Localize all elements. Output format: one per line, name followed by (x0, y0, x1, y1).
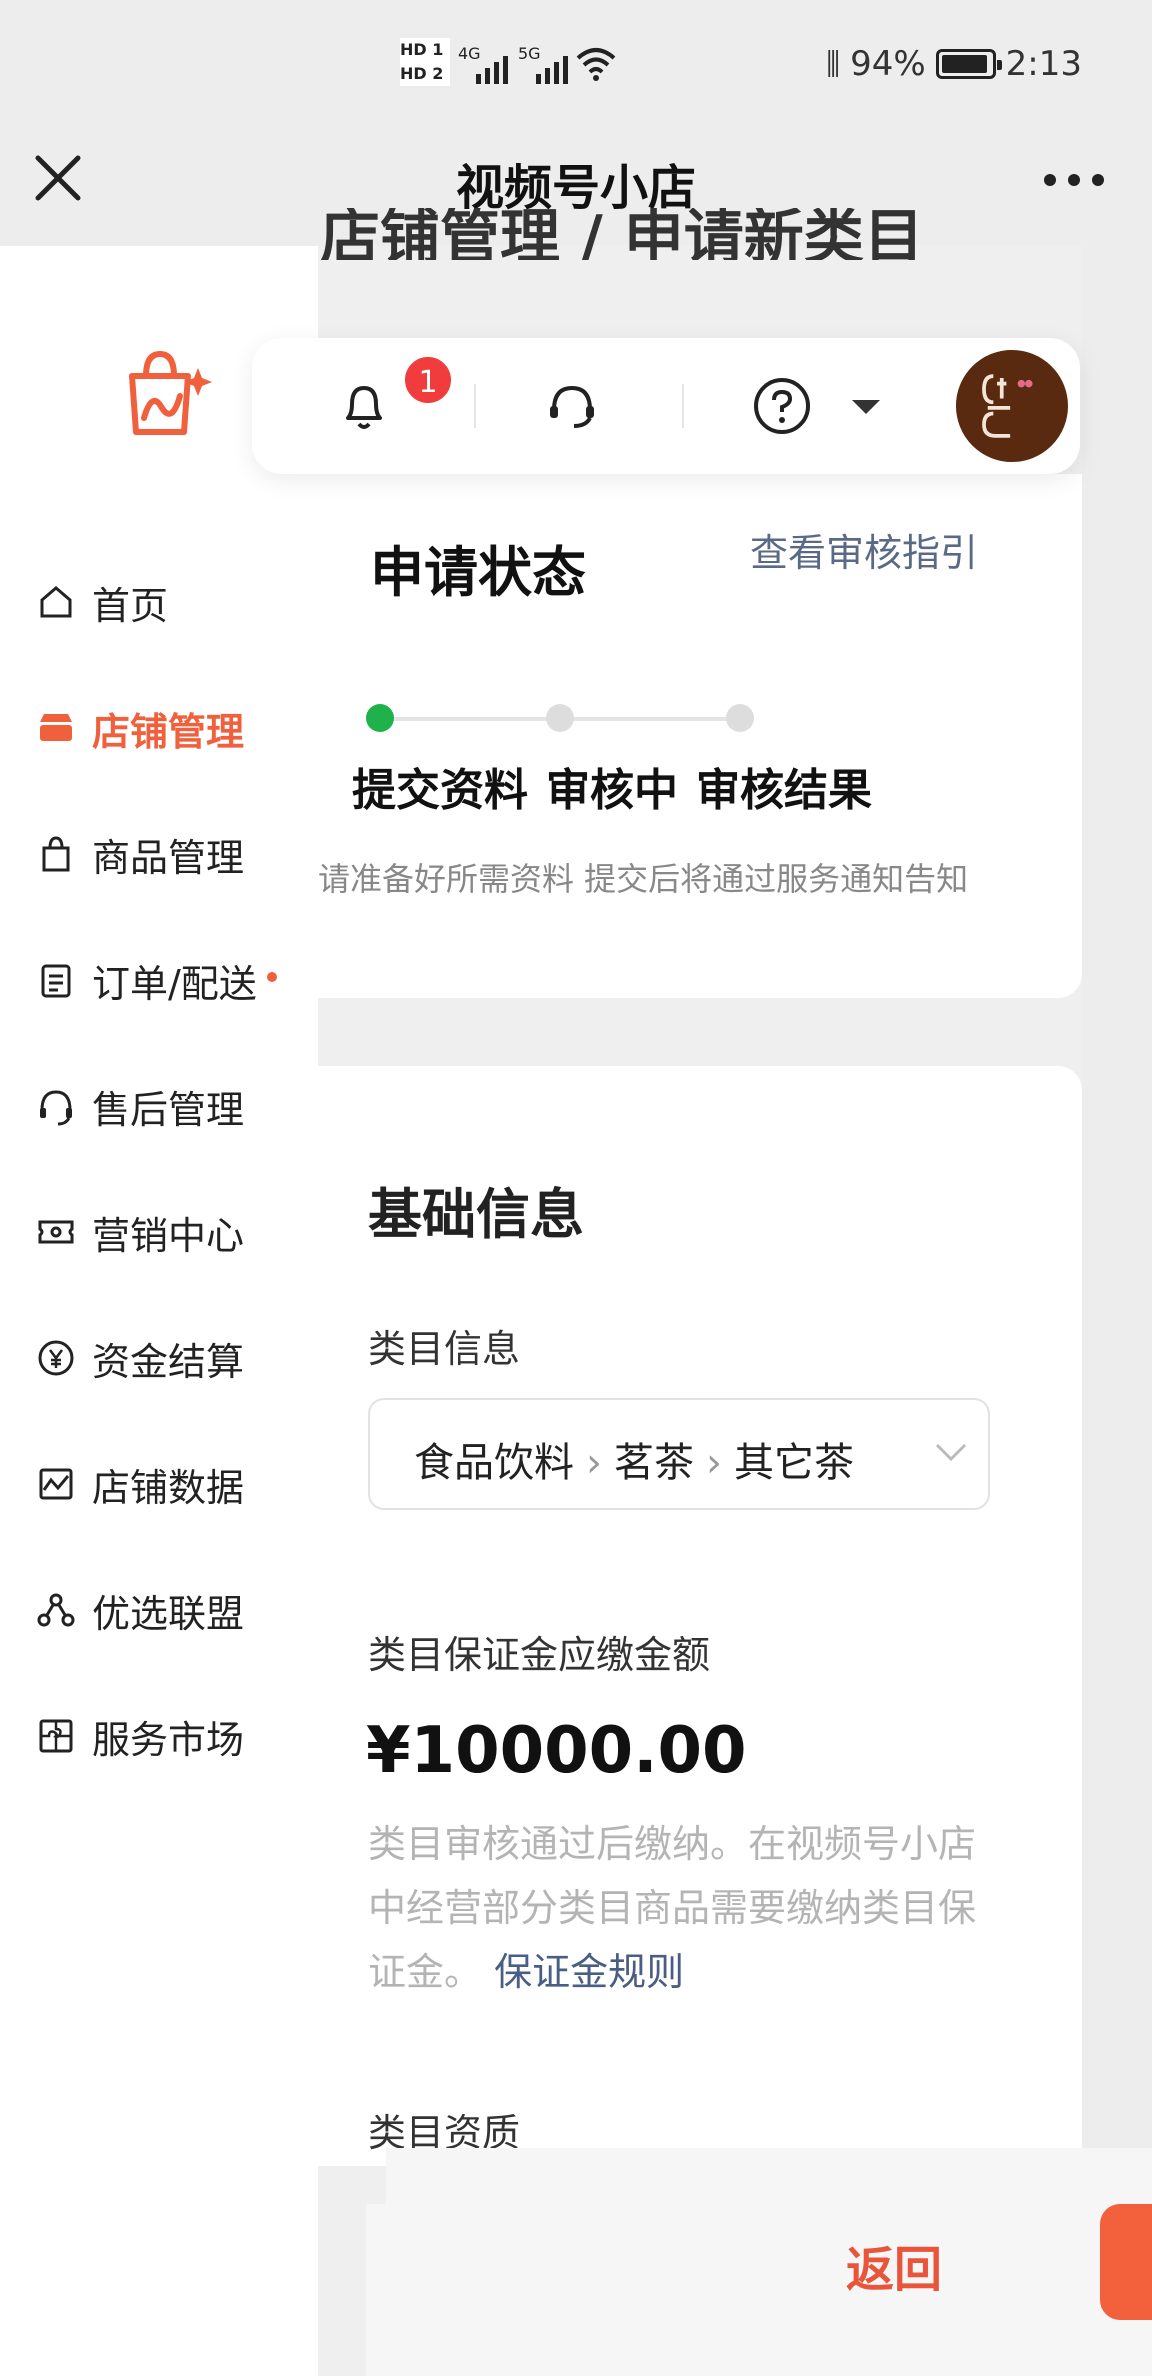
sidebar-item-label: 订单/配送 (92, 961, 257, 1006)
sidebar-item-marketing[interactable]: 营销中心 (36, 1202, 244, 1262)
category-level-3: 其它茶 (734, 1440, 854, 1486)
sidebar-item-orders[interactable]: 订单/配送 (36, 950, 277, 1010)
clock: 2:13 (1005, 44, 1082, 84)
sidebar-item-finance[interactable]: 资金结算 (36, 1328, 244, 1388)
progress-steps (366, 704, 756, 734)
sidebar-item-label: 资金结算 (92, 1339, 245, 1384)
step-dot-reviewing (546, 704, 574, 732)
bag-icon (42, 836, 70, 872)
puzzle-icon (39, 1719, 73, 1753)
notification-badge: 1 (402, 354, 454, 406)
sidebar-item-label: 商品管理 (92, 835, 245, 880)
back-button[interactable]: 返回 (846, 2230, 942, 2300)
step-label: 审核中 (546, 765, 678, 816)
breadcrumb: 店铺管理 / 申请新类目 (320, 208, 924, 260)
status-right: ⫼ 94% 2:13 (826, 44, 1082, 84)
step-label: 审核结果 (696, 765, 872, 816)
notification-dot (266, 972, 277, 982)
hd1-label: HD 1 (400, 38, 450, 62)
background-strip (1082, 246, 1152, 2148)
sidebar-item-label: 优选联盟 (92, 1591, 245, 1636)
sidebar-item-aftersale[interactable]: 售后管理 (36, 1076, 244, 1136)
bottom-action-bar (386, 2148, 1152, 2376)
sidebar-item-label: 售后管理 (92, 1087, 245, 1132)
store-icon (40, 714, 72, 741)
vibrate-icon: ⫼ (826, 46, 841, 82)
divider (474, 384, 476, 428)
status-hint: 请准备好所需资料 提交后将通过服务通知告知 (318, 860, 969, 898)
category-level-2: 茗茶 (614, 1440, 694, 1486)
customer-service-icon[interactable] (542, 376, 602, 436)
bottom-bar-edge (366, 2204, 386, 2376)
battery-icon (935, 49, 1002, 79)
wifi-icon (576, 48, 616, 81)
avatar-logo-icon (956, 350, 1061, 455)
category-info-label: 类目信息 (368, 1327, 521, 1371)
home-icon (40, 586, 72, 618)
top-toolbar: 1 (252, 338, 1080, 474)
deposit-label: 类目保证金应缴金额 (368, 1633, 711, 1677)
shop-logo-icon (129, 350, 212, 435)
hd2-label: HD 2 (400, 62, 450, 86)
status-bar: HD 1 HD 2 4G 5G ⫼ 94% 2:13 (0, 0, 1152, 130)
deposit-rules-link[interactable]: 保证金规则 (494, 1950, 684, 1994)
deposit-description: 类目审核通过后缴纳。在视频号小店中经营部分类目商品需要缴纳类目保证金。 保证金规… (368, 1812, 988, 2004)
help-icon[interactable] (752, 376, 812, 436)
review-guide-link[interactable]: 查看审核指引 (750, 522, 978, 577)
signal-4g-icon: 4G (458, 44, 508, 84)
chevron-down-icon (935, 1443, 967, 1462)
category-path: 食品饮料 › 茗茶 › 其它茶 (414, 1430, 854, 1488)
sidebar-item-home[interactable]: 首页 (36, 572, 168, 632)
chart-icon (39, 1468, 73, 1500)
sidebar-item-label: 营销中心 (92, 1213, 245, 1258)
basic-info-title: 基础信息 (368, 1183, 584, 1246)
hd-indicator: HD 1 HD 2 (400, 38, 450, 98)
chevron-right-icon: › (586, 1440, 602, 1486)
step-label: 提交资料 (352, 765, 528, 816)
sidebar-item-label: 店铺数据 (92, 1465, 245, 1510)
sidebar-item-service-market[interactable]: 服务市场 (36, 1706, 244, 1766)
more-icon[interactable] (1044, 174, 1104, 186)
sidebar-item-label: 店铺管理 (92, 709, 245, 754)
sidebar-item-alliance[interactable]: 优选联盟 (36, 1580, 244, 1640)
submit-button[interactable] (1100, 2204, 1152, 2320)
order-icon (41, 964, 71, 998)
sidebar-item-store[interactable]: 店铺管理 (36, 698, 244, 758)
status-card-title: 申请状态 (370, 541, 586, 604)
chevron-down-icon[interactable] (852, 400, 880, 414)
sidebar-item-products[interactable]: 商品管理 (36, 824, 244, 884)
signal-5g-icon: 5G (518, 44, 568, 84)
sidebar-item-data[interactable]: 店铺数据 (36, 1454, 244, 1514)
headset-icon (40, 1090, 72, 1126)
battery-percent: 94% (850, 44, 926, 84)
avatar[interactable] (952, 346, 1072, 466)
sidebar-item-label: 首页 (92, 583, 169, 628)
category-level-1: 食品饮料 (414, 1440, 574, 1486)
alliance-icon (37, 1593, 75, 1627)
step-labels: 提交资料 审核中 审核结果 (352, 754, 890, 818)
sidebar-item-label: 服务市场 (92, 1717, 245, 1762)
sidebar: 首页 店铺管理 商品管理 订单/配送 售后管理 营销中心 资金结算 店铺数据 优… (0, 246, 318, 2376)
yuan-icon (38, 1340, 74, 1376)
ticket-icon (38, 1220, 74, 1244)
deposit-amount: ¥10000.00 (366, 1714, 747, 1788)
chevron-right-icon: › (706, 1440, 722, 1486)
step-dot-result (726, 704, 754, 732)
step-dot-submitted (366, 704, 394, 732)
category-select[interactable]: 食品饮料 › 茗茶 › 其它茶 (368, 1398, 990, 1510)
bell-icon[interactable] (334, 376, 394, 436)
divider (682, 384, 684, 428)
